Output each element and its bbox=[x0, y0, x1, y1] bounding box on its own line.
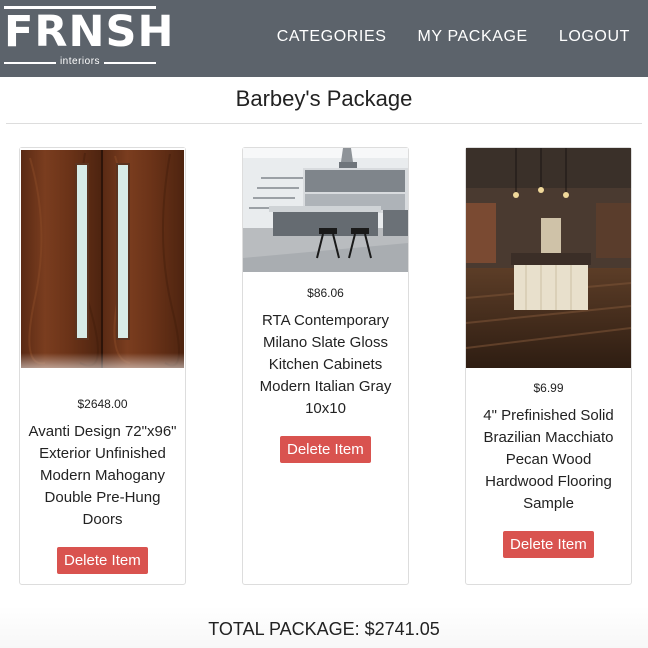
product-image-door[interactable] bbox=[20, 148, 185, 383]
product-price: $2648.00 bbox=[77, 397, 128, 411]
navbar: FRNSH interiors CATEGORIES MY PACKAGE LO… bbox=[0, 0, 648, 77]
product-price: $6.99 bbox=[533, 381, 564, 395]
title-divider bbox=[6, 123, 642, 124]
nav-my-package[interactable]: MY PACKAGE bbox=[418, 26, 528, 48]
frnsh-logo[interactable]: FRNSH interiors bbox=[4, 6, 175, 68]
nav-logout[interactable]: LOGOUT bbox=[559, 26, 630, 48]
product-price: $86.06 bbox=[307, 286, 344, 300]
delete-item-button[interactable]: Delete Item bbox=[280, 436, 371, 463]
delete-item-button[interactable]: Delete Item bbox=[503, 531, 594, 558]
product-card-flooring: $6.99 4" Prefinished Solid Brazilian Mac… bbox=[465, 147, 632, 585]
logo-wordmark: FRNSH bbox=[4, 7, 175, 57]
product-card-door: $2648.00 Avanti Design 72"x96" Exterior … bbox=[19, 147, 186, 585]
product-name: Avanti Design 72"x96" Exterior Unfinishe… bbox=[28, 423, 177, 528]
hardwood-floor-image bbox=[466, 148, 631, 368]
total-package: TOTAL PACKAGE: $2741.05 bbox=[208, 619, 440, 639]
product-image-cabinets[interactable] bbox=[243, 148, 408, 272]
product-card-cabinets: $86.06 RTA Contemporary Milano Slate Glo… bbox=[242, 147, 409, 585]
page-title: Barbey's Package bbox=[235, 86, 413, 111]
kitchen-cabinets-image bbox=[243, 148, 408, 272]
nav-links: CATEGORIES MY PACKAGE LOGOUT bbox=[277, 26, 630, 48]
mahogany-door-image bbox=[20, 148, 185, 383]
nav-categories[interactable]: CATEGORIES bbox=[277, 26, 387, 48]
product-image-flooring[interactable] bbox=[466, 148, 631, 368]
product-name: RTA Contemporary Milano Slate Gloss Kitc… bbox=[259, 312, 392, 417]
delete-item-button[interactable]: Delete Item bbox=[57, 547, 148, 574]
logo-subtitle: interiors bbox=[59, 56, 101, 67]
product-name: 4" Prefinished Solid Brazilian Macchiato… bbox=[483, 407, 614, 512]
